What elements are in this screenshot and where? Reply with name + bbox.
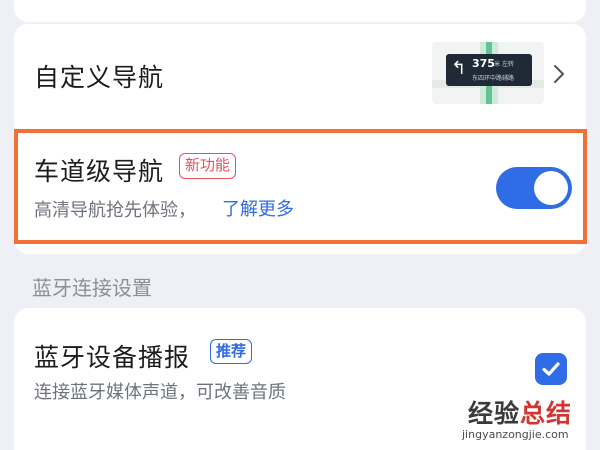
preview-distance: 375: [472, 57, 495, 70]
custom-navigation-title: 自定义导航: [34, 63, 165, 92]
lane-navigation-subtitle: 高清导航抢先体验，: [34, 200, 196, 221]
chevron-right-icon[interactable]: [552, 64, 566, 84]
turn-left-arrow-icon: ↰: [451, 58, 467, 79]
watermark-text-part1: 经验: [468, 399, 521, 428]
watermark-logo: 经验总结: [468, 394, 572, 430]
toggle-knob: [534, 171, 568, 205]
preview-distance-unit: 米 左转: [494, 61, 514, 68]
bluetooth-broadcast-subtitle: 连接蓝牙媒体声道，可改善音质: [34, 382, 286, 403]
bluetooth-broadcast-checkbox[interactable]: [535, 353, 567, 385]
lane-navigation-row: 车道级导航 新功能 高清导航抢先体验， 了解更多: [14, 129, 587, 244]
watermark-url: jingyanzongjie.com: [462, 428, 569, 441]
lane-navigation-toggle[interactable]: [496, 167, 572, 209]
new-feature-badge: 新功能: [179, 153, 237, 179]
learn-more-link[interactable]: 了解更多: [222, 195, 294, 221]
recommended-badge: 推荐: [210, 339, 253, 364]
bluetooth-section-label: 蓝牙连接设置: [32, 276, 152, 300]
turn-instruction-panel: ↰ 375 米 左转 东四环中路辅路: [446, 54, 532, 86]
bluetooth-broadcast-title: 蓝牙设备播报: [34, 343, 191, 372]
navigation-preview-thumbnail: ↰ 375 米 左转 东四环中路辅路: [432, 42, 544, 104]
watermark-text-part2: 总结: [520, 399, 573, 428]
custom-navigation-row[interactable]: 自定义导航 ↰ 375 米 左转 东四环中路辅路: [14, 24, 586, 128]
site-watermark: 经验总结 jingyanzongjie.com: [462, 394, 598, 448]
lane-navigation-title: 车道级导航: [34, 157, 165, 186]
previous-settings-card: [14, 0, 586, 22]
preview-street-name: 东四环中路辅路: [472, 75, 515, 82]
check-icon: [542, 362, 560, 376]
